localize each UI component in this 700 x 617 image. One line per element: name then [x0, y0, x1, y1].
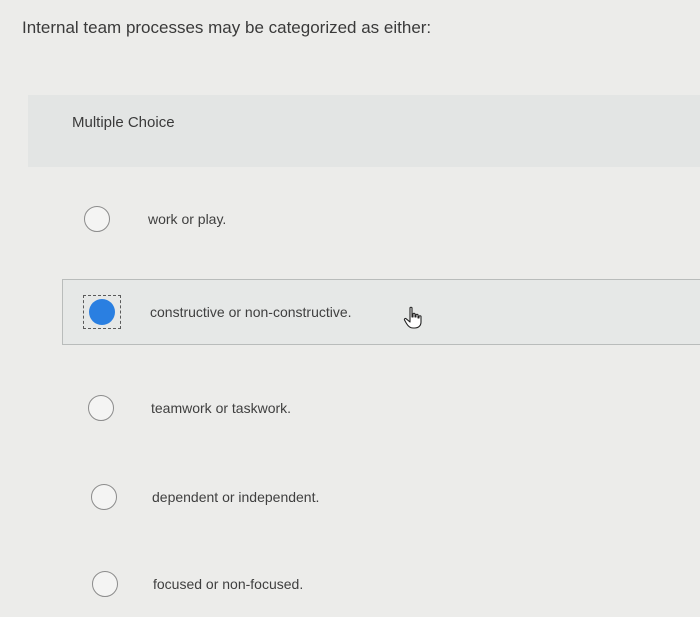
- radio-button-selected[interactable]: [89, 299, 115, 325]
- multiple-choice-label: Multiple Choice: [72, 114, 175, 131]
- option-label: constructive or non-constructive.: [150, 304, 352, 320]
- option-label: work or play.: [148, 211, 227, 227]
- option-label: dependent or independent.: [152, 489, 320, 505]
- radio-button[interactable]: [88, 395, 114, 421]
- answer-option-work-or-play[interactable]: work or play.: [62, 189, 700, 249]
- radio-button[interactable]: [91, 484, 117, 510]
- option-label: teamwork or taskwork.: [151, 400, 292, 416]
- question-text: Internal team processes may be categoriz…: [22, 18, 432, 37]
- option-label: focused or non-focused.: [153, 576, 304, 592]
- radio-button[interactable]: [92, 571, 118, 597]
- answer-option-teamwork[interactable]: teamwork or taskwork.: [62, 378, 700, 438]
- answer-option-constructive[interactable]: constructive or non-constructive.: [62, 279, 700, 345]
- answer-option-focused[interactable]: focused or non-focused.: [62, 554, 700, 614]
- multiple-choice-header: Multiple Choice: [28, 95, 700, 167]
- answer-option-dependent[interactable]: dependent or independent.: [62, 467, 700, 527]
- hand-pointer-icon: [403, 306, 422, 329]
- radio-button[interactable]: [84, 206, 110, 232]
